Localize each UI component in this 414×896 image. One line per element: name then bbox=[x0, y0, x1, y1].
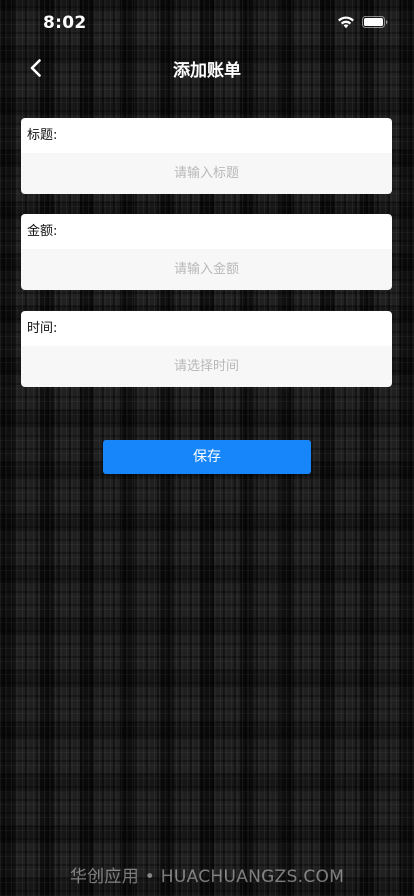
title-field-card: 标题: bbox=[21, 118, 392, 194]
page-title: 添加账单 bbox=[173, 61, 241, 81]
status-time: 8:02 bbox=[43, 13, 87, 33]
time-picker[interactable]: 请选择时间 bbox=[21, 346, 392, 387]
nav-bar: 添加账单 bbox=[0, 46, 414, 90]
status-bar: 8:02 bbox=[0, 0, 414, 46]
wifi-icon bbox=[338, 16, 354, 29]
battery-icon bbox=[362, 16, 388, 28]
save-button[interactable]: 保存 bbox=[103, 440, 311, 474]
amount-field-label: 金额: bbox=[21, 214, 392, 249]
title-field-label: 标题: bbox=[21, 118, 392, 153]
amount-input[interactable] bbox=[21, 249, 392, 290]
amount-field-card: 金额: bbox=[21, 214, 392, 290]
watermark-text: 华创应用 • HUACHUANGZS.COM bbox=[69, 867, 345, 887]
title-input[interactable] bbox=[21, 153, 392, 194]
time-field-label: 时间: bbox=[21, 311, 392, 346]
time-field-card: 时间: 请选择时间 bbox=[21, 311, 392, 387]
